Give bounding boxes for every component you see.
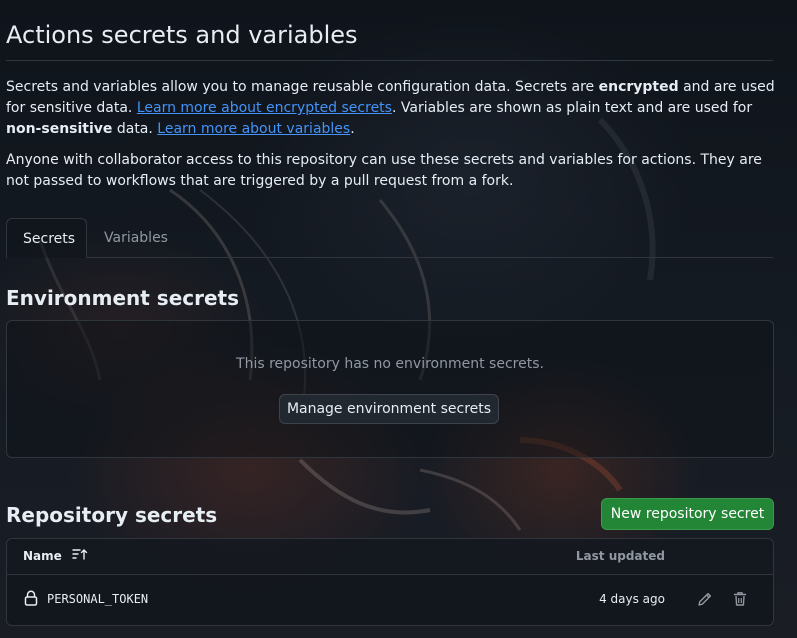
name-column-label: Name	[23, 549, 62, 563]
repository-secrets-heading: Repository secrets	[6, 503, 218, 527]
table-header: Name Last updated	[7, 539, 773, 575]
lock-icon	[24, 590, 38, 606]
intro-text-5: .	[350, 121, 355, 137]
intro-text-1: Secrets and variables allow you to manag…	[6, 79, 599, 95]
settings-page: Actions secrets and variables Secrets an…	[0, 0, 797, 638]
last-updated-column-header: Last updated	[575, 549, 665, 563]
sort-ascending-icon[interactable]	[72, 539, 88, 574]
intro-text-3: . Variables are shown as plain text and …	[391, 100, 753, 116]
page-title: Actions secrets and variables	[6, 21, 358, 49]
intro-bold-non-sensitive: non-sensitive	[6, 121, 113, 137]
encrypted-secrets-link[interactable]: Learn more about encrypted secrets	[137, 100, 392, 116]
intro-text-4: data.	[112, 121, 158, 137]
environment-secrets-panel: This repository has no environment secre…	[6, 320, 774, 458]
table-row: PERSONAL_TOKEN 4 days ago	[7, 575, 773, 623]
tab-secrets[interactable]: Secrets	[6, 218, 87, 258]
pencil-icon[interactable]	[695, 589, 715, 609]
secret-last-updated: 4 days ago	[599, 592, 665, 606]
collaborator-access-note: Anyone with collaborator access to this …	[6, 152, 762, 189]
tabs-underline	[86, 257, 773, 258]
environment-secrets-heading: Environment secrets	[6, 286, 240, 310]
repository-secrets-table: Name Last updated PERSONAL_TOKEN 4 days …	[6, 538, 774, 626]
manage-environment-secrets-button[interactable]: Manage environment secrets	[279, 394, 499, 424]
secrets-variables-tabs: Secrets Variables	[6, 218, 773, 258]
tab-variables[interactable]: Variables	[88, 218, 184, 258]
name-column-header[interactable]: Name	[23, 539, 88, 574]
trash-icon[interactable]	[730, 589, 750, 609]
intro-paragraph: Secrets and variables allow you to manag…	[6, 77, 776, 140]
environment-secrets-empty-message: This repository has no environment secre…	[236, 356, 544, 372]
intro-bold-encrypted: encrypted	[598, 79, 679, 95]
new-repository-secret-button[interactable]: New repository secret	[601, 498, 774, 530]
secret-name: PERSONAL_TOKEN	[47, 592, 149, 606]
variables-link[interactable]: Learn more about variables	[157, 121, 350, 137]
title-divider	[6, 60, 773, 61]
